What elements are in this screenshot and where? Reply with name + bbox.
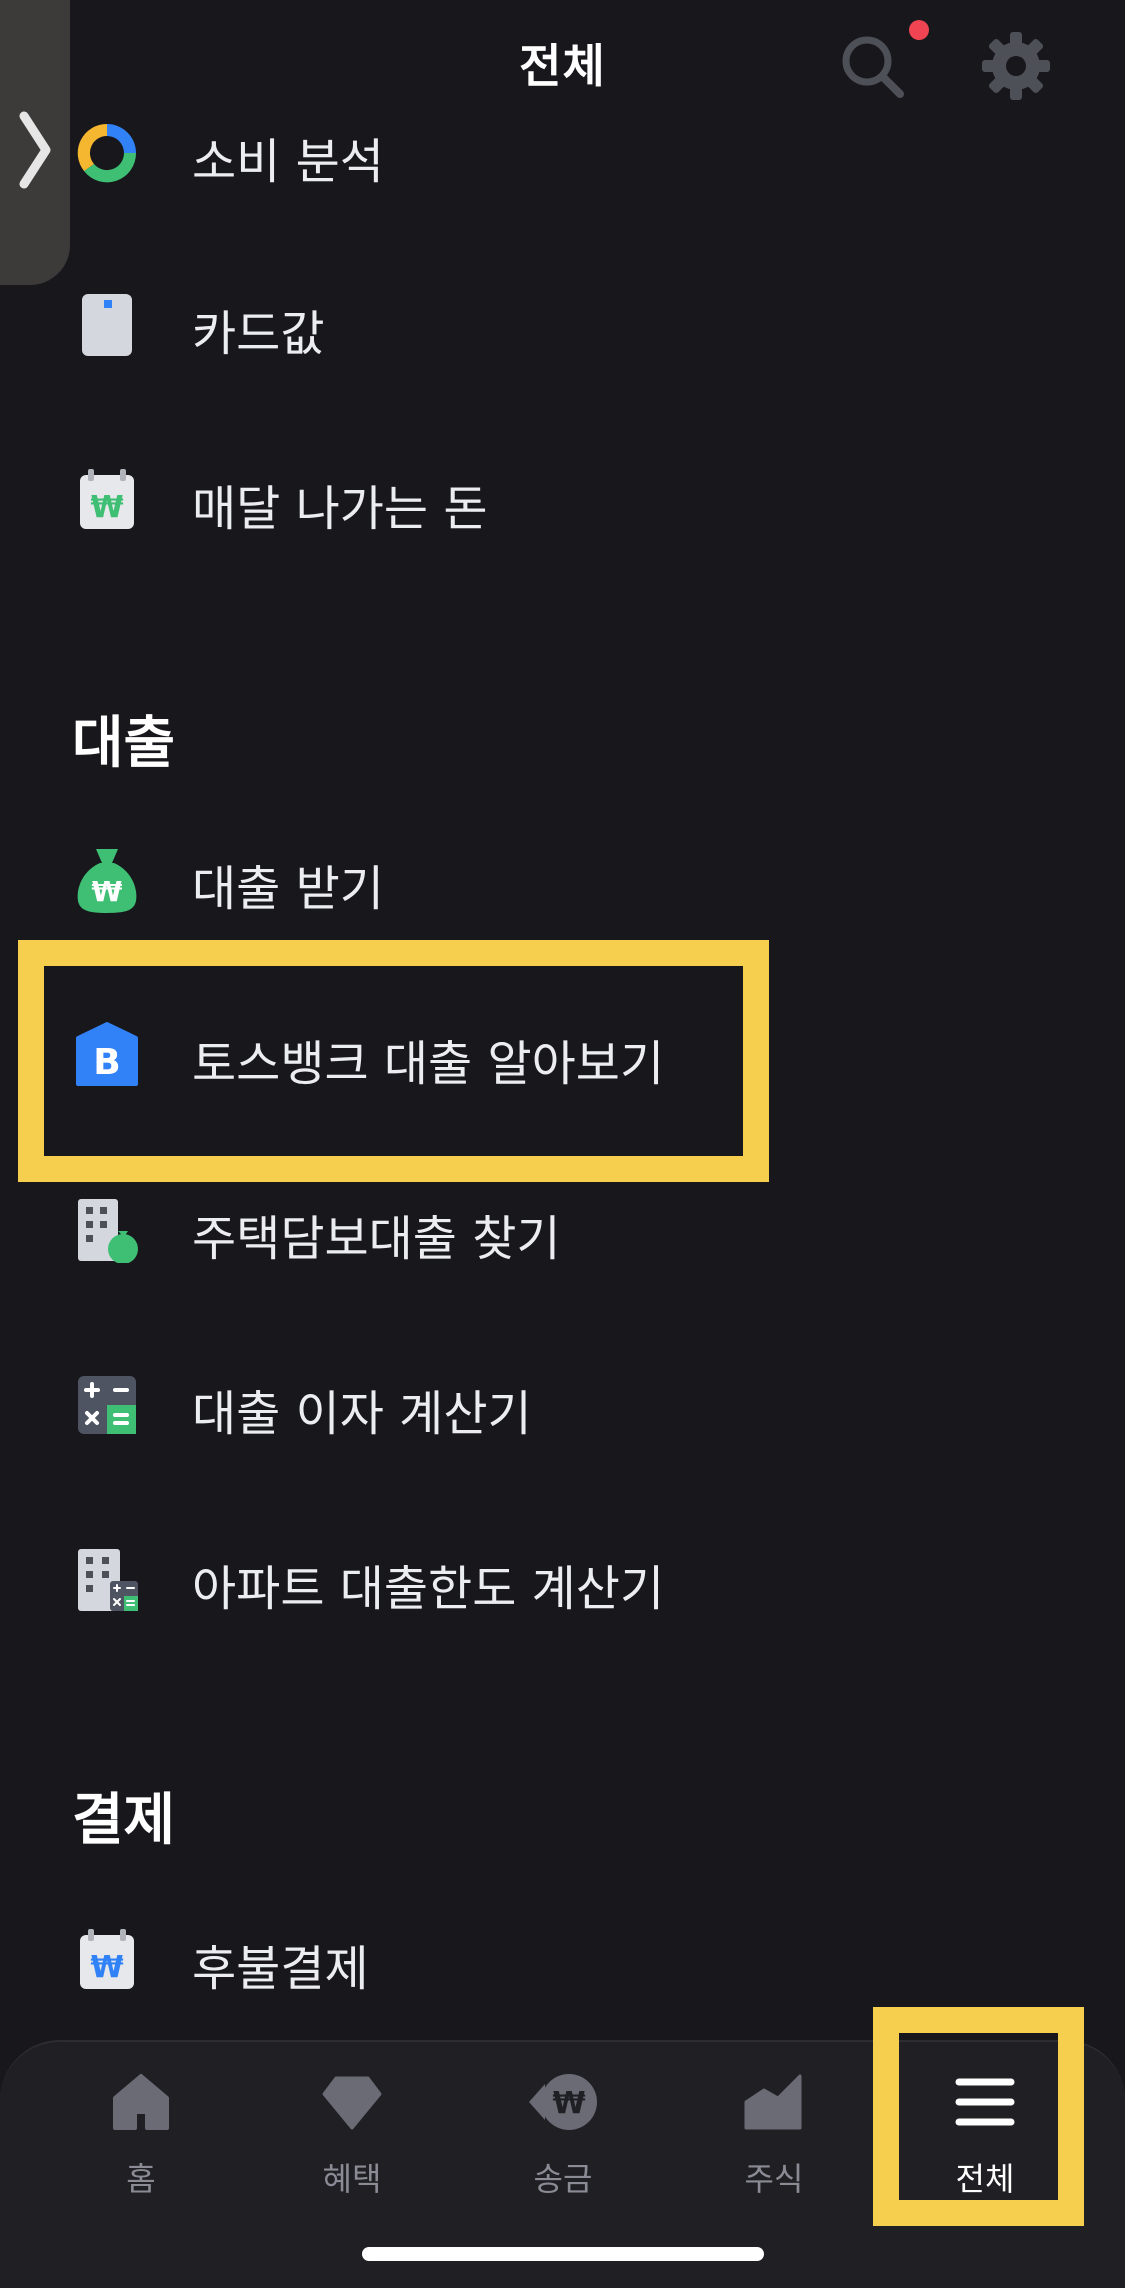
menu-item-label: 카드값 [192, 306, 325, 362]
menu-item-label: 토스뱅크 대출 알아보기 [192, 1036, 665, 1092]
menu-icon [955, 2072, 1015, 2132]
home-indicator [362, 2247, 764, 2261]
tab-home[interactable]: 홈 [66, 2072, 216, 2212]
menu-item-apartment-loan-limit-calculator[interactable]: 아파트 대출한도 계산기 [0, 1505, 1125, 1655]
card-icon [80, 292, 134, 358]
tab-label: 혜택 [322, 2160, 382, 2198]
menu-item-tossbank-loan[interactable]: B 토스뱅크 대출 알아보기 [0, 980, 1125, 1130]
menu-item-label: 아파트 대출한도 계산기 [192, 1561, 665, 1617]
building-money-icon [74, 1197, 140, 1264]
apartment-calculator-icon [74, 1547, 140, 1613]
menu-item-label: 주택담보대출 찾기 [192, 1211, 561, 1267]
tossbank-icon: B [74, 1022, 140, 1088]
menu-item-card-bill[interactable]: 카드값 [0, 250, 1125, 400]
tab-label: 송금 [533, 2160, 593, 2198]
diamond-icon [322, 2072, 382, 2132]
notification-dot [909, 20, 929, 40]
svg-text:₩: ₩ [92, 875, 123, 908]
menu-item-spending-analysis[interactable]: 소비 분석 [0, 78, 1125, 228]
menu-item-deferred-payment[interactable]: ₩ 후불결제 [0, 1885, 1125, 2035]
menu-item-label: 후불결제 [192, 1941, 369, 1997]
svg-text:₩: ₩ [552, 2086, 585, 2121]
home-icon [111, 2072, 171, 2132]
menu-item-label: 소비 분석 [192, 134, 384, 190]
menu-item-label: 매달 나가는 돈 [192, 481, 488, 537]
tab-stocks[interactable]: 주식 [699, 2072, 849, 2212]
tab-transfer[interactable]: ₩ 송금 [488, 2072, 638, 2212]
tab-label: 주식 [744, 2160, 804, 2198]
money-bag-icon: ₩ [74, 845, 140, 913]
calendar-won-icon: ₩ [74, 467, 140, 533]
tab-all[interactable]: 전체 [910, 2072, 1060, 2212]
tab-label: 홈 [126, 2160, 156, 2198]
section-title-payment: 결제 [72, 1788, 176, 1853]
svg-text:B: B [93, 1042, 120, 1083]
calculator-icon [74, 1372, 140, 1438]
donut-chart-icon [74, 120, 140, 186]
svg-text:₩: ₩ [90, 1950, 123, 1985]
menu-item-label: 대출 받기 [192, 861, 384, 917]
menu-item-get-loan[interactable]: ₩ 대출 받기 [0, 805, 1125, 955]
tab-benefits[interactable]: 혜택 [277, 2072, 427, 2212]
section-title-loan: 대출 [72, 711, 176, 776]
won-transfer-icon: ₩ [529, 2072, 597, 2132]
svg-text:₩: ₩ [90, 490, 123, 525]
menu-item-mortgage-search[interactable]: 주택담보대출 찾기 [0, 1155, 1125, 1305]
menu-item-monthly-spending[interactable]: ₩ 매달 나가는 돈 [0, 425, 1125, 575]
menu-item-loan-interest-calculator[interactable]: 대출 이자 계산기 [0, 1330, 1125, 1480]
tab-label: 전체 [955, 2160, 1015, 2198]
menu-item-label: 대출 이자 계산기 [192, 1386, 532, 1442]
stock-chart-icon [744, 2072, 804, 2132]
calendar-won-blue-icon: ₩ [74, 1927, 140, 1993]
